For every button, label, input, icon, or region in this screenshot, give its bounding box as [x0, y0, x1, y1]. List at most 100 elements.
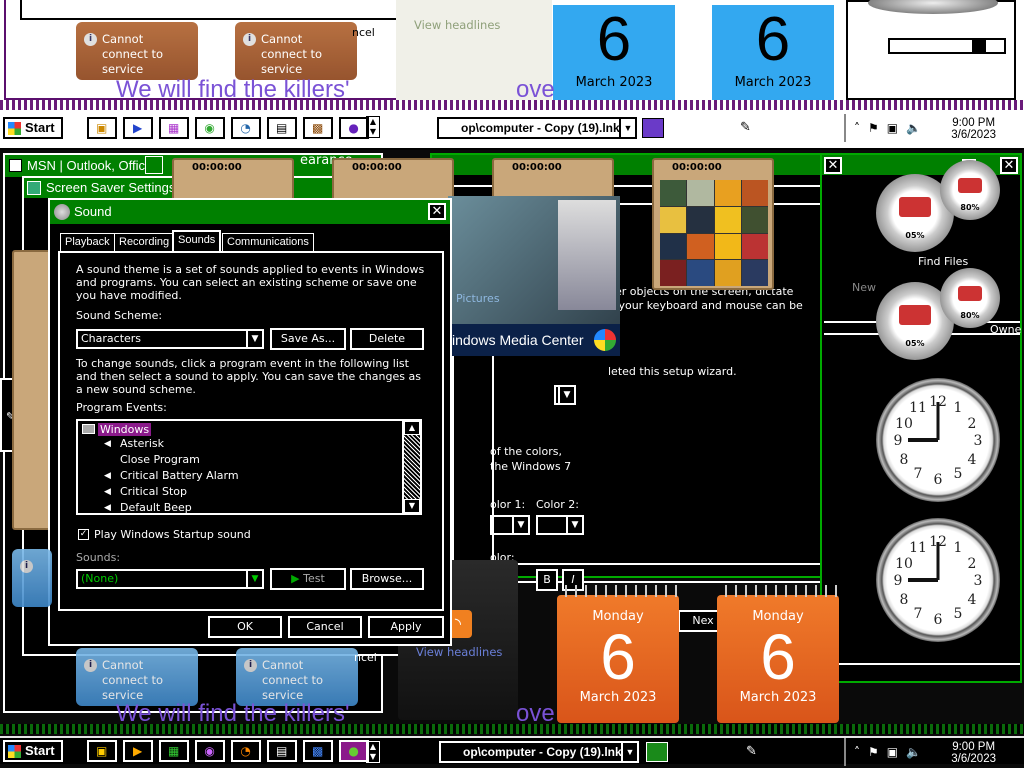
- media-center-window: Pictures indows Media Center: [448, 196, 620, 356]
- switch-windows-icon[interactable]: [646, 742, 668, 762]
- calculator-icon[interactable]: ▤: [266, 740, 297, 762]
- note-icon[interactable]: ✎: [740, 120, 751, 135]
- find-files-button[interactable]: Find Files: [918, 255, 968, 268]
- list-item[interactable]: Default Beep: [120, 501, 192, 513]
- test-button[interactable]: ▶ Test: [270, 568, 346, 590]
- svg-text:9: 9: [894, 433, 903, 449]
- quick-launch-scroll[interactable]: ▲ ▼: [366, 741, 380, 763]
- tab-sounds[interactable]: Sounds: [172, 230, 222, 252]
- apply-button[interactable]: Apply: [368, 616, 444, 638]
- scheme-select[interactable]: Characters ▼: [76, 329, 264, 349]
- globe-icon[interactable]: ●: [338, 117, 369, 139]
- network-icon[interactable]: ▣: [887, 745, 898, 759]
- view-headlines-link[interactable]: View headlines: [414, 18, 500, 32]
- tab-recording[interactable]: Recording: [114, 233, 175, 251]
- sounds-select[interactable]: (None) ▼: [76, 569, 264, 589]
- games-icon[interactable]: ◉: [194, 117, 225, 139]
- scrollbar[interactable]: [888, 38, 1006, 54]
- volume-icon[interactable]: 🔈: [906, 745, 921, 759]
- calc-app-icon[interactable]: ▦: [158, 117, 189, 139]
- network-icon[interactable]: ▣: [887, 121, 898, 135]
- program-events-list[interactable]: Windows ◀ Asterisk Close Program ◀ Criti…: [76, 419, 422, 515]
- top-right-window: [846, 0, 1016, 100]
- svg-text:2: 2: [968, 416, 977, 432]
- photo-icon[interactable]: ▩: [302, 740, 333, 762]
- quick-launch-scroll[interactable]: ▲ ▼: [366, 116, 380, 138]
- list-item[interactable]: Asterisk: [120, 437, 164, 451]
- pictures-label[interactable]: Pictures: [456, 292, 500, 305]
- svg-text:11: 11: [909, 400, 927, 416]
- media-thumbnails: [558, 200, 616, 310]
- events-scrollbar[interactable]: ▲ ▼: [402, 421, 420, 513]
- tray-clock[interactable]: 9:00 PM 3/6/2023: [951, 741, 996, 765]
- sound-title: Sound: [74, 204, 112, 219]
- monitor-icon: [27, 181, 41, 195]
- close-button[interactable]: ✕: [824, 157, 842, 174]
- list-item[interactable]: Critical Battery Alarm: [120, 469, 239, 483]
- tray-clock[interactable]: 9:00 PM 3/6/2023: [951, 117, 996, 141]
- analog-clock: 12123 4567 891011: [876, 518, 1000, 642]
- games-icon[interactable]: ◉: [194, 740, 225, 762]
- firefox-icon[interactable]: ◔: [230, 117, 261, 139]
- browse-button[interactable]: Browse...: [350, 568, 424, 590]
- tab-communications[interactable]: Communications: [222, 233, 314, 251]
- taskbar-item[interactable]: op\computer - Copy (19).lnk ▼: [439, 741, 639, 763]
- new-button[interactable]: New: [852, 281, 876, 294]
- puzzle-grid[interactable]: [660, 180, 768, 286]
- startup-checkbox-label[interactable]: Play Windows Startup sound: [94, 528, 251, 541]
- startup-checkbox[interactable]: ✓: [78, 529, 89, 540]
- computer-icon[interactable]: ▣: [86, 117, 117, 139]
- scroll-thumb[interactable]: [972, 40, 986, 52]
- close-button[interactable]: ✕: [1000, 157, 1018, 174]
- color1-picker[interactable]: ▼: [490, 515, 530, 535]
- events-root-item[interactable]: Windows: [98, 423, 152, 436]
- calendar-month-year: March 2023: [579, 690, 657, 705]
- media-player-icon[interactable]: ▶: [122, 740, 153, 762]
- svg-text:3: 3: [974, 433, 983, 449]
- scroll-up-icon[interactable]: ▲: [404, 421, 420, 435]
- flag-icon[interactable]: ⚑: [868, 121, 879, 135]
- list-item[interactable]: Critical Stop: [120, 485, 187, 499]
- bold-button[interactable]: B: [536, 569, 558, 591]
- windows-logo-icon: [8, 745, 21, 758]
- appearance-text: the Windows 7: [490, 460, 572, 473]
- volume-icon[interactable]: 🔈: [906, 121, 921, 135]
- sounds-label: Sounds:: [76, 551, 121, 564]
- scroll-down-icon[interactable]: ▼: [404, 499, 420, 513]
- firefox-icon[interactable]: ◔: [230, 740, 261, 762]
- save-as-button[interactable]: Save As...: [270, 328, 346, 350]
- combo-fragment[interactable]: ▼: [554, 385, 576, 405]
- note-icon[interactable]: ✎: [746, 744, 757, 759]
- computer-icon[interactable]: ▣: [86, 740, 117, 762]
- delete-button[interactable]: Delete: [350, 328, 424, 350]
- scheme-label: Sound Scheme:: [76, 309, 163, 322]
- chevron-up-icon[interactable]: ˄: [854, 745, 860, 759]
- svg-text:8: 8: [900, 452, 909, 468]
- close-button[interactable]: ✕: [428, 203, 446, 220]
- media-player-icon[interactable]: ▶: [122, 117, 153, 139]
- list-item[interactable]: Close Program: [120, 453, 200, 467]
- owner-column[interactable]: Owne: [990, 323, 1021, 336]
- tab-playback[interactable]: Playback: [60, 233, 115, 251]
- horizontal-scrollbar[interactable]: [824, 663, 1020, 679]
- calendar-gadget: Monday 6 March 2023: [717, 585, 839, 723]
- setup-text: h your keyboard and mouse can be: [608, 299, 803, 312]
- calculator-icon[interactable]: ▤: [266, 117, 297, 139]
- switch-windows-icon[interactable]: [642, 118, 664, 138]
- ok-button[interactable]: OK: [208, 616, 282, 638]
- cancel-button[interactable]: Cancel: [288, 616, 362, 638]
- calendar-rings: [557, 585, 679, 597]
- view-headlines-link[interactable]: View headlines: [416, 645, 502, 659]
- photo-icon[interactable]: ▩: [302, 117, 333, 139]
- control-panel-icon: [145, 156, 163, 174]
- change-text: To change sounds, click a program event …: [76, 357, 421, 396]
- globe-icon[interactable]: ●: [338, 740, 369, 762]
- flag-icon[interactable]: ⚑: [868, 745, 879, 759]
- color2-picker[interactable]: ▼: [536, 515, 584, 535]
- chevron-up-icon[interactable]: ˄: [854, 121, 860, 135]
- bottom-stripe: [0, 724, 1024, 734]
- calc-app-icon[interactable]: ▦: [158, 740, 189, 762]
- start-button[interactable]: Start: [3, 117, 63, 139]
- start-button[interactable]: Start: [3, 740, 63, 762]
- taskbar-item[interactable]: op\computer - Copy (19).lnk ▼: [437, 117, 637, 139]
